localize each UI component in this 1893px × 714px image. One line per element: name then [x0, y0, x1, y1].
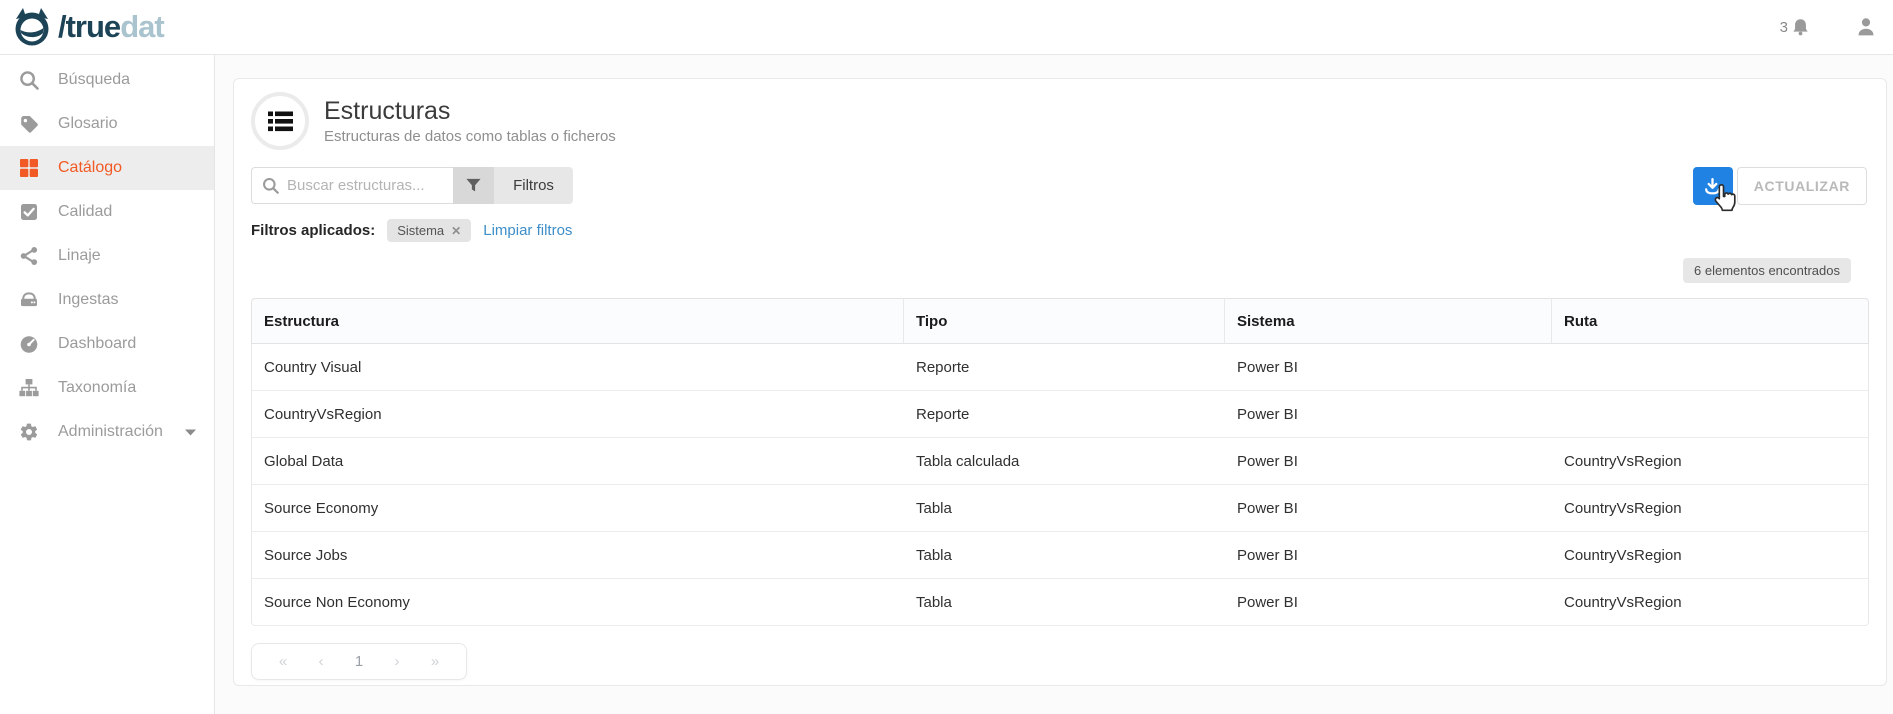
sidebar-item-ingestas[interactable]: Ingestas	[0, 278, 214, 322]
grid-icon	[17, 158, 41, 178]
search-structures-input-wrap	[251, 167, 453, 204]
sidebar-item-label: Taxonomía	[58, 379, 136, 397]
gear-icon	[17, 422, 41, 442]
structures-table: Estructura Tipo Sistema Ruta Country Vis…	[251, 298, 1869, 626]
sidebar-nav: Búsqueda Glosario Catálogo Calidad Linaj…	[0, 55, 215, 714]
tag-icon	[17, 114, 41, 134]
sitemap-icon	[17, 378, 41, 398]
filter-chip-sistema[interactable]: Sistema ✕	[387, 219, 471, 242]
column-header-tipo[interactable]: Tipo	[904, 298, 1225, 344]
main-content: Estructuras Estructuras de datos como ta…	[215, 55, 1893, 714]
column-header-estructura[interactable]: Estructura	[251, 298, 904, 344]
pagination-last-button[interactable]: »	[416, 653, 454, 670]
table-row[interactable]: Source Non EconomyTablaPower BICountryVs…	[251, 579, 1869, 626]
sidebar-item-linaje[interactable]: Linaje	[0, 234, 214, 278]
table-row[interactable]: Global DataTabla calculadaPower BICountr…	[251, 438, 1869, 485]
notifications-button[interactable]: 3	[1780, 17, 1811, 38]
column-header-sistema[interactable]: Sistema	[1225, 298, 1552, 344]
structures-list-icon	[251, 92, 309, 150]
search-icon	[262, 177, 279, 194]
sidebar-item-label: Linaje	[58, 247, 101, 265]
user-menu-button[interactable]	[1855, 16, 1877, 38]
estructuras-card: Estructuras Estructuras de datos como ta…	[233, 78, 1887, 686]
table-row[interactable]: Source JobsTablaPower BICountryVsRegion	[251, 532, 1869, 579]
filters-button[interactable]: Filtros	[494, 167, 573, 204]
clear-filters-link[interactable]: Limpiar filtros	[483, 222, 572, 239]
filter-funnel-button[interactable]	[453, 167, 494, 204]
share-icon	[17, 246, 41, 266]
sidebar-item-label: Administración	[58, 423, 163, 441]
table-row[interactable]: Source EconomyTablaPower BICountryVsRegi…	[251, 485, 1869, 532]
pagination-prev-button[interactable]: ‹	[302, 653, 340, 670]
sidebar-item-administracion[interactable]: Administración	[0, 410, 214, 454]
gauge-icon	[17, 334, 41, 354]
table-row[interactable]: CountryVsRegionReportePower BI	[251, 391, 1869, 438]
sidebar-item-label: Calidad	[58, 203, 112, 221]
pagination-page-1[interactable]: 1	[340, 653, 378, 670]
column-header-ruta[interactable]: Ruta	[1552, 298, 1869, 344]
download-button[interactable]	[1693, 167, 1733, 205]
pagination-next-button[interactable]: ›	[378, 653, 416, 670]
check-square-icon	[17, 202, 41, 222]
notification-count: 3	[1780, 19, 1788, 36]
search-structures-input[interactable]	[287, 177, 437, 194]
table-row[interactable]: Country VisualReportePower BI	[251, 344, 1869, 391]
sidebar-item-glosario[interactable]: Glosario	[0, 102, 214, 146]
sidebar-item-busqueda[interactable]: Búsqueda	[0, 58, 214, 102]
chevron-down-icon	[185, 429, 196, 436]
sidebar-item-label: Dashboard	[58, 335, 136, 353]
owl-logo-icon	[10, 7, 54, 47]
page-subtitle: Estructuras de datos como tablas o fiche…	[324, 128, 616, 145]
pagination: « ‹ 1 › »	[251, 643, 467, 680]
applied-filters-label: Filtros aplicados:	[251, 222, 375, 239]
actualizar-button[interactable]: ACTUALIZAR	[1737, 167, 1867, 205]
bell-icon	[1790, 17, 1811, 38]
sidebar-item-calidad[interactable]: Calidad	[0, 190, 214, 234]
sidebar-item-label: Ingestas	[58, 291, 118, 309]
table-header-row: Estructura Tipo Sistema Ruta	[251, 298, 1869, 344]
drive-icon	[17, 290, 41, 310]
pagination-first-button[interactable]: «	[264, 653, 302, 670]
sidebar-item-label: Búsqueda	[58, 71, 130, 89]
sidebar-item-label: Glosario	[58, 115, 118, 133]
sidebar-item-catalogo[interactable]: Catálogo	[0, 146, 214, 190]
page-title: Estructuras	[324, 97, 616, 126]
top-header: /truedat 3	[0, 0, 1893, 55]
results-count-badge: 6 elementos encontrados	[1683, 258, 1851, 283]
sidebar-item-label: Catálogo	[58, 159, 122, 177]
brand-wordmark: /truedat	[58, 9, 164, 45]
sidebar-item-dashboard[interactable]: Dashboard	[0, 322, 214, 366]
sidebar-item-taxonomia[interactable]: Taxonomía	[0, 366, 214, 410]
search-icon	[17, 70, 41, 90]
remove-filter-icon[interactable]: ✕	[451, 224, 461, 238]
truedat-logo[interactable]: /truedat	[10, 7, 164, 47]
